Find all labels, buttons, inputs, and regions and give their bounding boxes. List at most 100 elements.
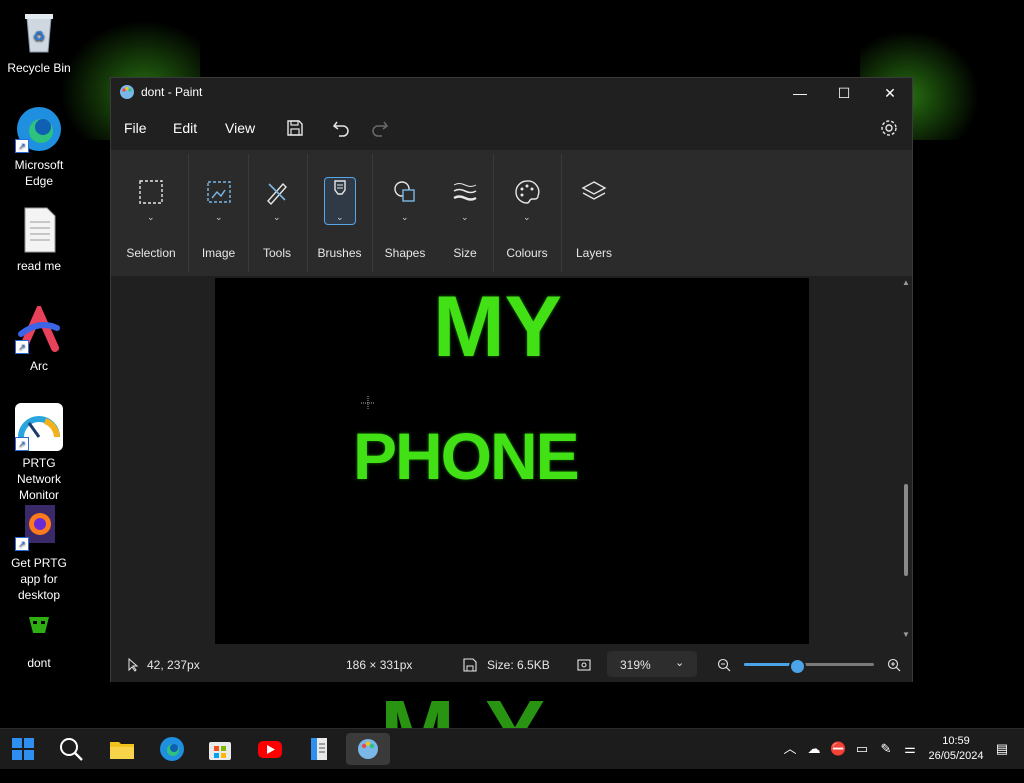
zoom-in-icon[interactable] [887,658,901,675]
settings-gear-icon[interactable] [879,118,899,138]
ribbon-divider [188,154,189,272]
search-icon[interactable] [55,733,87,765]
network-disconnected-icon[interactable]: ⛔ [830,741,846,757]
edge-icon: ↗ [15,105,63,153]
taskbar: ︿ ☁ ⛔ ▭ ✎ ⚌ 10:59 26/05/2024 ▤ [0,728,1024,769]
save-icon[interactable] [285,118,305,138]
menu-file[interactable]: File [124,120,147,136]
menu-edit[interactable]: Edit [173,120,197,136]
shortcut-arrow-icon: ↗ [15,437,29,451]
ribbon-label: Tools [262,246,291,260]
close-button[interactable]: ✕ [867,78,913,108]
maximize-button[interactable]: ☐ [821,78,867,108]
title-bar[interactable]: dont - Paint — ☐ ✕ [111,78,912,108]
desktop-icon-edge[interactable]: ↗ Microsoft Edge [0,105,78,189]
line-size-icon [451,178,479,206]
cloud-offline-icon[interactable]: ☁ [806,741,822,757]
ribbon-group-image[interactable]: ⌄ Image [191,150,246,276]
chevron-down-icon: ⌄ [675,657,685,669]
store-icon[interactable] [204,733,236,765]
zoom-slider[interactable] [744,658,874,675]
drawing-canvas[interactable]: MY PHONE [215,278,809,644]
desktop-icon-prtg[interactable]: ↗ PRTG Network Monitor [0,403,78,503]
canvas-text-line1: MY [433,279,562,375]
disk-save-icon [463,658,477,675]
scroll-up-arrow-icon[interactable]: ▲ [902,278,910,287]
desktop-icon-recycle-bin[interactable]: ♻ Recycle Bin [0,8,78,76]
pen-icon[interactable]: ✎ [878,741,894,757]
file-explorer-icon[interactable] [106,733,138,765]
settings-sliders-icon[interactable]: ⚌ [902,741,918,757]
ribbon-label: Size [453,246,477,260]
chevron-down-icon[interactable]: ⌄ [461,212,469,223]
image-crop-icon [205,178,233,206]
redo-icon[interactable] [370,118,390,138]
prtg-gauge-icon: ↗ [15,403,63,451]
file-size: Size: 6.5KB [487,658,550,672]
chevron-down-icon[interactable]: ⌄ [336,212,344,223]
text-file-icon [15,206,63,254]
chevron-down-icon[interactable]: ⌄ [401,212,409,223]
chevron-down-icon[interactable]: ⌄ [273,212,281,223]
crosshair-cursor-icon [361,396,375,410]
paint-taskbar-icon[interactable] [346,733,390,765]
shortcut-arrow-icon: ↗ [15,340,29,354]
youtube-icon[interactable] [254,733,286,765]
ribbon-label: Image [201,246,236,260]
vertical-scrollbar[interactable]: ▲ ▼ [901,276,913,642]
desktop-icon-arc[interactable]: ↗ Arc [0,302,78,374]
scroll-down-arrow-icon[interactable]: ▼ [902,630,910,639]
zoom-dropdown[interactable]: 319% ⌄ [607,651,697,677]
ribbon-group-brushes[interactable]: ⌄ Brushes [310,150,369,276]
ribbon-group-shapes[interactable]: ⌄ Shapes [375,150,435,276]
arc-browser-icon: ↗ [15,302,63,354]
undo-icon[interactable] [331,118,351,138]
start-windows-icon[interactable] [7,733,39,765]
clock-date: 26/05/2024 [928,750,984,762]
menu-view[interactable]: View [225,120,255,136]
ribbon-label: Shapes [384,246,426,260]
pencil-tools-icon [263,178,291,206]
desktop-icon-label: Arc [30,359,48,373]
minimize-button[interactable]: — [777,78,823,108]
edge-taskbar-icon[interactable] [156,733,188,765]
show-hidden-icons-chevron-icon[interactable]: ︿ [782,741,798,757]
desktop-icon-read-me[interactable]: read me [0,206,78,274]
canvas-workspace: MY PHONE ▲ ▼ [111,276,912,644]
image-file-icon [15,603,63,651]
shapes-icon [391,178,419,206]
chevron-down-icon[interactable]: ⌄ [215,212,223,223]
paint-window: dont - Paint — ☐ ✕ File Edit View ⌄ Sele… [110,77,913,682]
zoom-out-icon[interactable] [717,658,731,675]
ribbon-group-colours[interactable]: ⌄ Colours [497,150,557,276]
selection-size: 186 × 331px [346,658,413,672]
ribbon-label: Layers [575,246,613,260]
scrollbar-thumb[interactable] [904,484,908,576]
zoom-slider-thumb[interactable] [789,658,806,675]
recycle-bin-icon: ♻ [15,8,63,56]
window-title: dont - Paint [141,85,203,99]
cursor-position: 42, 237px [147,658,200,672]
desktop-icon-get-prtg[interactable]: ↗ Get PRTG app for desktop [0,503,78,603]
chevron-down-icon[interactable]: ⌄ [523,212,531,223]
display-icon[interactable]: ▭ [854,741,870,757]
canvas-text-line2: PHONE [353,419,580,493]
chevron-down-icon[interactable]: ⌄ [147,212,155,223]
ribbon-divider [493,154,494,272]
ribbon-divider [372,154,373,272]
ribbon-group-size[interactable]: ⌄ Size [437,150,493,276]
ribbon-label: Selection [126,246,176,260]
ribbon-group-tools[interactable]: ⌄ Tools [251,150,303,276]
selection-rectangle-icon [137,178,165,206]
shortcut-arrow-icon: ↗ [15,537,29,551]
ribbon-divider [307,154,308,272]
firefox-file-icon: ↗ [15,503,63,551]
notepad-icon[interactable] [303,733,335,765]
ribbon-group-layers[interactable]: Layers [565,150,623,276]
ribbon-group-selection[interactable]: ⌄ Selection [119,150,183,276]
desktop-icon-dont[interactable]: dont [0,603,78,671]
system-clock[interactable]: 10:59 26/05/2024 [928,734,984,764]
notification-icon[interactable]: ▤ [994,741,1010,757]
pointer-icon [127,657,139,675]
fit-to-window-icon[interactable] [577,658,591,675]
